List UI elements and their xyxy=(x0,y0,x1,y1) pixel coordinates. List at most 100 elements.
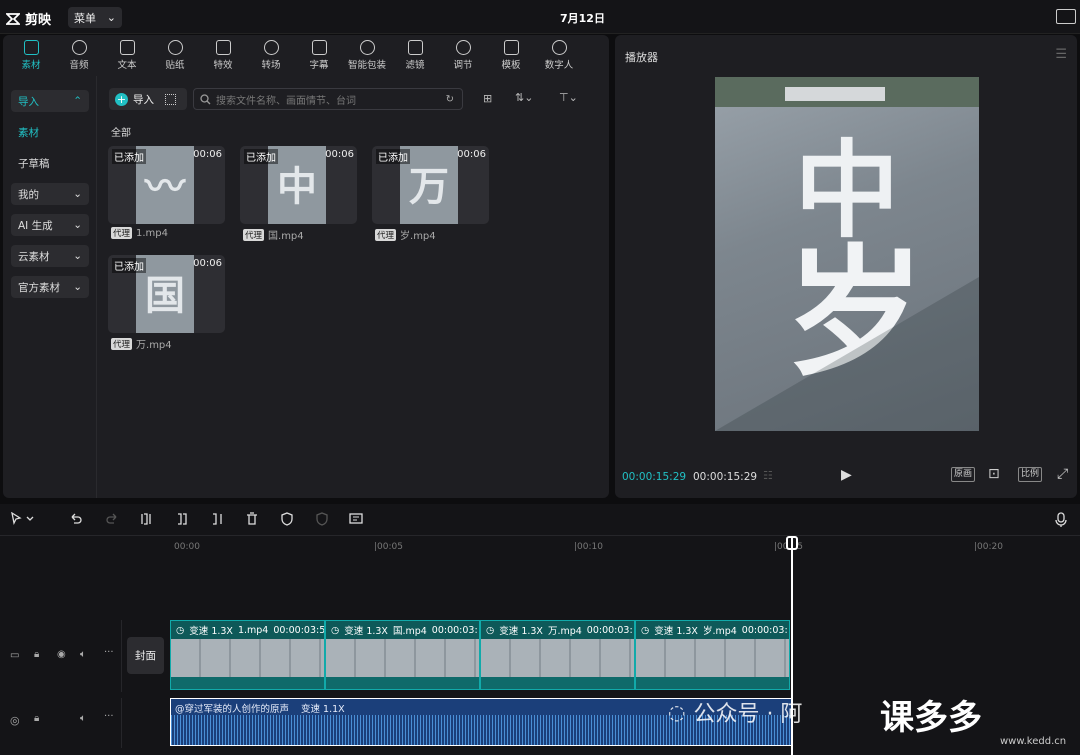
play-button[interactable]: ▶ xyxy=(841,467,852,483)
text-edit-icon[interactable] xyxy=(349,512,365,526)
tab-audio[interactable]: 音频 xyxy=(55,35,103,75)
title-bar: 剪映 菜单 ⌄ 7月12日 xyxy=(0,0,1080,34)
volume-icon[interactable]: 🔈︎ xyxy=(80,713,86,724)
ratio-button[interactable]: 比例 xyxy=(1018,467,1043,482)
clip-name-row: 代理 1.mp4 xyxy=(111,227,168,239)
import-label: 导入 xyxy=(133,93,154,106)
media-clip-card[interactable]: 中已添加 00:06 xyxy=(240,146,357,224)
menu-label: 菜单 xyxy=(74,11,96,25)
speed-icon: ◷ xyxy=(176,624,185,636)
split-left-icon[interactable] xyxy=(175,512,189,526)
added-badge: 已添加 xyxy=(112,149,146,164)
more-icon[interactable]: ··· xyxy=(104,647,114,658)
menu-button[interactable]: 菜单 ⌄ xyxy=(68,7,122,28)
import-button[interactable]: + 导入 xyxy=(109,88,187,110)
more-icon[interactable]: ··· xyxy=(104,711,114,722)
tab-subtitle[interactable]: 字幕 xyxy=(295,35,343,75)
tab-text[interactable]: 文本 xyxy=(103,35,151,75)
timeline-video-clip[interactable]: ◷ 变速 1.3X 1.mp4 00:00:03:5 xyxy=(170,620,325,690)
clip-speed: 变速 1.3X xyxy=(499,626,543,637)
svg-text:中: 中 xyxy=(277,164,317,210)
tab-template[interactable]: 模板 xyxy=(487,35,535,75)
timeline-video-clip[interactable]: ◷ 变速 1.3X 万.mp4 00:00:03: xyxy=(480,620,635,690)
transition-icon xyxy=(263,39,279,55)
sidenav-item[interactable]: 我的 ⌄ xyxy=(11,183,89,205)
tab-transition[interactable]: 转场 xyxy=(247,35,295,75)
media-clip-card[interactable]: 万已添加 00:06 xyxy=(372,146,489,224)
smart-pack-icon xyxy=(359,39,375,55)
clip-filename: 万.mp4 xyxy=(136,340,172,351)
clip-time: 00:00:03:5 xyxy=(273,624,325,636)
refresh-icon[interactable]: ↻ xyxy=(446,94,454,105)
grid-view-icon[interactable]: ⊞ xyxy=(483,92,492,105)
media-clip-card[interactable]: 国已添加 00:06 xyxy=(108,255,225,333)
split-right-icon[interactable] xyxy=(210,512,224,526)
tab-smart-pack[interactable]: 智能包装 xyxy=(343,35,391,75)
select-tool-icon[interactable] xyxy=(10,512,36,526)
audio-icon xyxy=(71,39,87,55)
sidenav-item[interactable]: 云素材 ⌄ xyxy=(11,245,89,267)
keyboard-shortcut-icon[interactable] xyxy=(1056,9,1076,24)
microphone-icon[interactable] xyxy=(1054,512,1068,528)
search-placeholder: 搜索文件名称、画面情节、台词 xyxy=(216,95,356,107)
clip-speed: 变速 1.3X xyxy=(654,626,698,637)
video-track-header: ▭ 🔒︎ ◉ 🔈︎ ··· xyxy=(0,620,122,692)
timeline-video-clip[interactable]: ◷ 变速 1.3X 岁.mp4 00:00:03: xyxy=(635,620,790,690)
sidenav-item[interactable]: 子草稿 xyxy=(11,152,89,174)
cover-button[interactable]: 封面 xyxy=(127,637,164,674)
tab-label: 特效 xyxy=(213,59,233,71)
svg-text:国: 国 xyxy=(145,273,185,319)
player-menu-icon[interactable]: ☰ xyxy=(1055,47,1067,62)
tab-label: 音频 xyxy=(69,59,89,71)
media-clip-card[interactable]: 〰已添加 00:06 xyxy=(108,146,225,224)
original-quality-button[interactable]: 原画 xyxy=(951,467,976,482)
split-icon[interactable] xyxy=(140,512,154,526)
media-sidenav: 导入 ⌃ 素材子草稿我的 ⌄ AI 生成 ⌄ 云素材 ⌄ 官方素材 ⌄ xyxy=(3,76,97,498)
screenshot-icon[interactable]: ⊡ xyxy=(988,466,1000,482)
tab-label: 转场 xyxy=(261,59,281,71)
sort-icon[interactable]: ⇅⌄ xyxy=(515,91,533,104)
qr-icon[interactable] xyxy=(165,93,176,105)
sidenav-item[interactable]: 导入 ⌃ xyxy=(11,90,89,112)
text-icon xyxy=(119,39,135,55)
filter-icon[interactable]: ⊤⌄ xyxy=(559,91,578,104)
tab-effect[interactable]: 特效 xyxy=(199,35,247,75)
delete-icon[interactable] xyxy=(245,512,259,526)
clip-frames xyxy=(171,639,324,677)
lock-icon[interactable]: 🔒︎ xyxy=(34,713,39,724)
sidenav-label: 素材 xyxy=(18,126,39,139)
lock-icon[interactable]: 🔒︎ xyxy=(34,649,39,660)
undo-icon[interactable] xyxy=(69,512,83,526)
tab-media-play[interactable]: 素材 xyxy=(7,35,55,75)
clip-name: 1.mp4 xyxy=(237,624,269,636)
ruler-tick: |00:05 xyxy=(374,542,403,552)
sidenav-item[interactable]: 官方素材 ⌄ xyxy=(11,276,89,298)
clip-name: 万.mp4 xyxy=(547,626,582,637)
tab-sticker[interactable]: 贴纸 xyxy=(151,35,199,75)
shield-icon[interactable] xyxy=(280,512,294,526)
eye-icon[interactable]: ◉ xyxy=(57,649,66,660)
timeline-ruler[interactable]: 00:00|00:05|00:10|00:15|00:20 xyxy=(170,537,1080,557)
watermark-url: www.kedd.cn xyxy=(1000,736,1067,747)
tab-filter[interactable]: 滤镜 xyxy=(391,35,439,75)
audio-speed: 变速 1.1X xyxy=(301,704,345,715)
volume-icon[interactable]: 🔈︎ xyxy=(80,649,86,660)
tab-label: 文本 xyxy=(117,59,137,71)
tab-digital-human[interactable]: 数字人 xyxy=(535,35,583,75)
sidenav-item[interactable]: AI 生成 ⌄ xyxy=(11,214,89,236)
clip-name-row: 代理 岁.mp4 xyxy=(375,227,436,242)
audio-name: @穿过军装的人创作的原声 xyxy=(175,704,290,715)
clip-speed: 变速 1.3X xyxy=(189,626,233,637)
svg-text:万: 万 xyxy=(409,164,449,210)
search-input[interactable]: 搜索文件名称、画面情节、台词 ↻ xyxy=(193,88,463,110)
timeline-grid-icon[interactable]: ☷ xyxy=(763,469,773,482)
adjust-icon xyxy=(455,39,471,55)
player-panel: 播放器 ☰ 中 岁 00:00:15:29 00:00:15:29 ☷ ▶ 原画… xyxy=(615,35,1077,498)
proxy-tag: 代理 xyxy=(243,228,265,241)
search-icon xyxy=(200,93,211,104)
video-preview[interactable]: 中 岁 xyxy=(715,77,979,431)
timeline-video-clip[interactable]: ◷ 变速 1.3X 国.mp4 00:00:03: xyxy=(325,620,480,690)
tab-adjust[interactable]: 调节 xyxy=(439,35,487,75)
sidenav-item[interactable]: 素材 xyxy=(11,121,89,143)
fullscreen-icon[interactable]: ⤢ xyxy=(1057,466,1068,482)
